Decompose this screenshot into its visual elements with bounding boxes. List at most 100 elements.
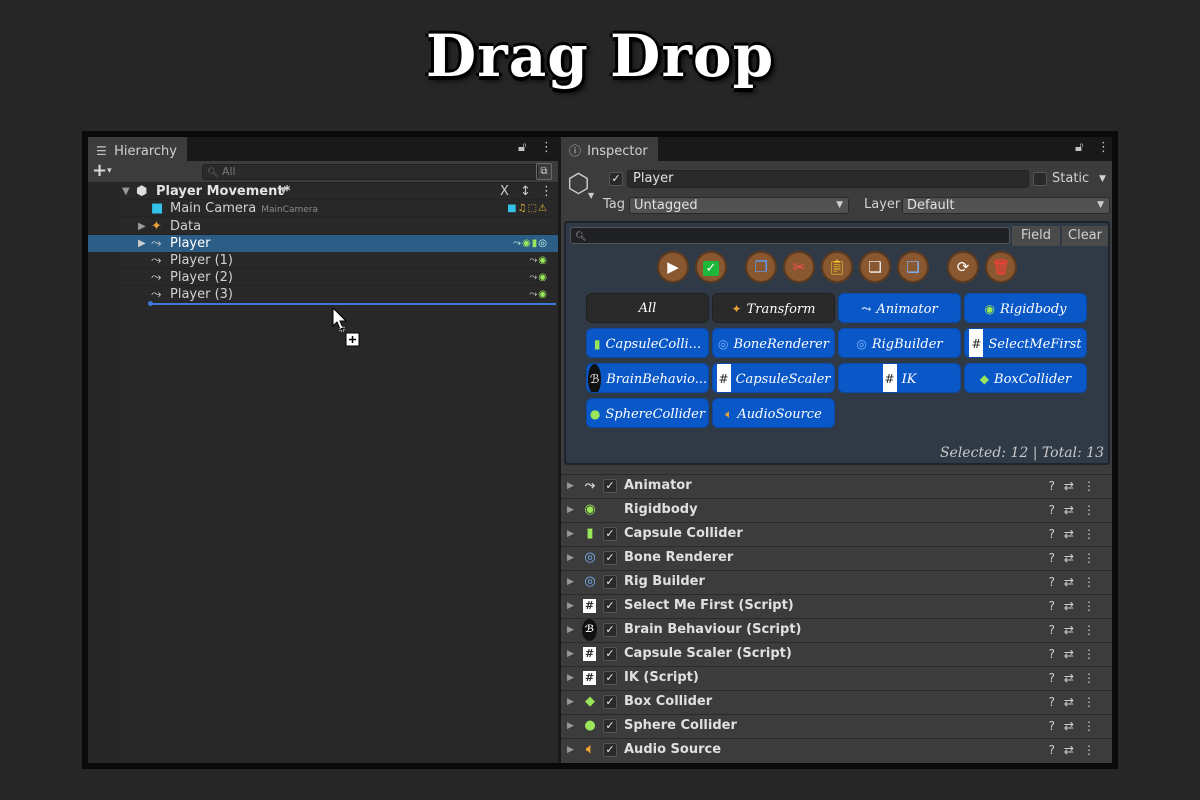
expand-arrow-icon[interactable]: ▶ xyxy=(138,235,146,252)
lock-icon[interactable]: 🔓︎ xyxy=(1075,140,1083,155)
component-actions-icons[interactable]: ?⇄⋮ xyxy=(1049,475,1104,497)
chip-ik[interactable]: # IK xyxy=(838,363,961,393)
component-actions-icons[interactable]: ?⇄⋮ xyxy=(1049,643,1104,665)
scene-kebab-icon[interactable]: ⋮ xyxy=(540,183,553,200)
component-row-ik[interactable]: ▶ # ✓ IK (Script) ?⇄⋮ xyxy=(561,666,1112,690)
component-row-sphere-collider[interactable]: ▶ ● ✓ Sphere Collider ?⇄⋮ xyxy=(561,714,1112,738)
component-actions-icons[interactable]: ?⇄⋮ xyxy=(1049,547,1104,569)
hierarchy-search-input[interactable]: 🔍︎ All xyxy=(202,164,538,180)
chip-audio-source[interactable]: 🔈︎ AudioSource xyxy=(712,398,835,428)
component-row-bone-renderer[interactable]: ▶ ◎ ✓ Bone Renderer ?⇄⋮ xyxy=(561,546,1112,570)
component-actions-icons[interactable]: ?⇄⋮ xyxy=(1049,667,1104,689)
expand-arrow-icon[interactable]: ▶ xyxy=(567,571,574,593)
component-actions-icons[interactable]: ?⇄⋮ xyxy=(1049,523,1104,545)
chip-all[interactable]: All xyxy=(586,293,709,323)
close-x-icon[interactable]: X xyxy=(500,183,509,200)
lock-icon[interactable]: 🔓︎ xyxy=(518,140,526,155)
hierarchy-item-data[interactable]: ▶ ✦ Data xyxy=(88,218,558,235)
chip-select-me-first[interactable]: # SelectMeFirst xyxy=(964,328,1087,358)
scene-row[interactable]: ▼ ⬢ Player Movement* ▼ X ↕ ⋮ xyxy=(88,183,558,200)
component-actions-icons[interactable]: ?⇄⋮ xyxy=(1049,715,1104,737)
component-row-select-me-first[interactable]: ▶ # ✓ Select Me First (Script) ?⇄⋮ xyxy=(561,594,1112,618)
expand-arrow-icon[interactable]: ▶ xyxy=(567,595,574,617)
clear-button[interactable]: Clear xyxy=(1062,226,1108,246)
expand-arrow-icon[interactable]: ▶ xyxy=(567,547,574,569)
expand-arrow-icon[interactable]: ▶ xyxy=(567,643,574,665)
chip-rig-builder[interactable]: ◎ RigBuilder xyxy=(838,328,961,358)
component-row-brain-behaviour[interactable]: ▶ ℬ ✓ Brain Behaviour (Script) ?⇄⋮ xyxy=(561,618,1112,642)
expand-arrow-icon[interactable]: ▶ xyxy=(567,499,574,521)
hierarchy-item-player[interactable]: ▶ ⤳ Player ⤳◉▮◎ xyxy=(88,235,558,252)
chip-rigidbody[interactable]: ◉ Rigidbody xyxy=(964,293,1087,323)
hierarchy-item-main-camera[interactable]: ■ Main Camera MainCamera ■♫⬚⚠ xyxy=(88,200,558,217)
component-actions-icons[interactable]: ?⇄⋮ xyxy=(1049,595,1104,617)
field-button[interactable]: Field xyxy=(1012,226,1060,246)
play-icon[interactable]: ▶ xyxy=(657,251,689,283)
paste-icon[interactable]: 📋︎ xyxy=(821,251,853,283)
layer-dropdown[interactable]: Default ▼ xyxy=(902,197,1110,214)
chip-bone-renderer[interactable]: ◎ BoneRenderer xyxy=(712,328,835,358)
component-actions-icons[interactable]: ?⇄⋮ xyxy=(1049,691,1104,713)
expand-arrow-icon[interactable]: ▶ xyxy=(138,218,146,235)
checkmark-icon[interactable]: ✓ xyxy=(695,251,727,283)
component-actions-icons[interactable]: ?⇄⋮ xyxy=(1049,499,1104,521)
hierarchy-item-player-3[interactable]: ⤳ Player (3) ⤳◉ xyxy=(88,286,558,303)
expand-arrow-icon[interactable]: ▶ xyxy=(567,691,574,713)
expand-arrow-icon[interactable]: ▶ xyxy=(567,667,574,689)
hierarchy-item-player-2[interactable]: ⤳ Player (2) ⤳◉ xyxy=(88,269,558,286)
chip-capsule-collider[interactable]: ▮ CapsuleColli... xyxy=(586,328,709,358)
component-actions-icons[interactable]: ?⇄⋮ xyxy=(1049,619,1104,641)
expand-arrow-icon[interactable]: ▶ xyxy=(567,475,574,497)
expand-arrow-icon[interactable]: ▶ xyxy=(567,739,574,761)
component-enabled-checkbox[interactable]: ✓ xyxy=(603,551,617,565)
icon-dropdown-caret-icon[interactable]: ▼ xyxy=(588,191,594,200)
chip-transform[interactable]: ✦ Transform xyxy=(712,293,835,323)
expand-arrow-icon[interactable]: ▼ xyxy=(122,183,130,200)
component-enabled-checkbox[interactable]: ✓ xyxy=(603,527,617,541)
chip-box-collider[interactable]: ◆ BoxCollider xyxy=(964,363,1087,393)
chip-animator[interactable]: ⤳ Animator xyxy=(838,293,961,323)
tab-hierarchy[interactable]: ☰ Hierarchy xyxy=(88,137,187,161)
component-row-rig-builder[interactable]: ▶ ◎ ✓ Rig Builder ?⇄⋮ xyxy=(561,570,1112,594)
component-row-capsule-scaler[interactable]: ▶ # ✓ Capsule Scaler (Script) ?⇄⋮ xyxy=(561,642,1112,666)
active-checkbox[interactable]: ✓ xyxy=(609,172,623,186)
component-actions-icons[interactable]: ?⇄⋮ xyxy=(1049,571,1104,593)
component-row-animator[interactable]: ▶ ⤳ ✓ Animator ?⇄⋮ xyxy=(561,474,1112,498)
kebab-menu-icon[interactable]: ⋮ xyxy=(540,140,553,155)
kebab-menu-icon[interactable]: ⋮ xyxy=(1097,140,1110,155)
delete-icon[interactable]: 🗑︎ xyxy=(985,251,1017,283)
component-actions-icons[interactable]: ?⇄⋮ xyxy=(1049,739,1104,761)
static-checkbox[interactable] xyxy=(1033,172,1047,186)
static-caret-icon[interactable]: ▼ xyxy=(1099,170,1106,188)
cut-icon[interactable]: ✂ xyxy=(783,251,815,283)
component-row-rigidbody[interactable]: ▶ ◉ Rigidbody ?⇄⋮ xyxy=(561,498,1112,522)
expand-arrow-icon[interactable]: ▶ xyxy=(567,523,574,545)
component-enabled-checkbox[interactable]: ✓ xyxy=(603,695,617,709)
component-row-capsule-collider[interactable]: ▶ ▮ ✓ Capsule Collider ?⇄⋮ xyxy=(561,522,1112,546)
expand-arrow-icon[interactable]: ▶ xyxy=(567,715,574,737)
paste-values-icon[interactable]: ❏ xyxy=(859,251,891,283)
refresh-icon[interactable]: ⟳ xyxy=(947,251,979,283)
component-enabled-checkbox[interactable]: ✓ xyxy=(603,719,617,733)
object-name-field[interactable]: Player xyxy=(627,170,1029,188)
component-search-input[interactable]: 🔍︎ xyxy=(570,227,1010,244)
component-enabled-checkbox[interactable]: ✓ xyxy=(603,479,617,493)
copy-component-icon[interactable]: ❐ xyxy=(745,251,777,283)
duplicate-icon[interactable]: ❑ xyxy=(897,251,929,283)
tag-dropdown[interactable]: Untagged ▼ xyxy=(629,197,849,214)
component-enabled-checkbox[interactable]: ✓ xyxy=(603,671,617,685)
component-enabled-checkbox[interactable]: ✓ xyxy=(603,599,617,613)
scene-menu-caret-icon[interactable]: ▼ xyxy=(280,183,287,200)
tab-inspector[interactable]: ⓘ Inspector xyxy=(561,137,658,161)
chip-sphere-collider[interactable]: ● SphereCollider xyxy=(586,398,709,428)
component-row-box-collider[interactable]: ▶ ◆ ✓ Box Collider ?⇄⋮ xyxy=(561,690,1112,714)
gameobject-cube-icon[interactable]: ⬡ xyxy=(567,169,590,199)
add-icon[interactable]: +▾ xyxy=(92,161,112,181)
component-enabled-checkbox[interactable]: ✓ xyxy=(603,647,617,661)
scene-visibility-icon[interactable]: ⧉ xyxy=(536,163,552,180)
component-enabled-checkbox[interactable]: ✓ xyxy=(603,575,617,589)
component-enabled-checkbox[interactable]: ✓ xyxy=(603,743,617,757)
sort-arrows-icon[interactable]: ↕ xyxy=(520,183,531,200)
chip-capsule-scaler[interactable]: # CapsuleScaler xyxy=(712,363,835,393)
component-row-audio-source[interactable]: ▶ 🔈︎ ✓ Audio Source ?⇄⋮ xyxy=(561,738,1112,762)
